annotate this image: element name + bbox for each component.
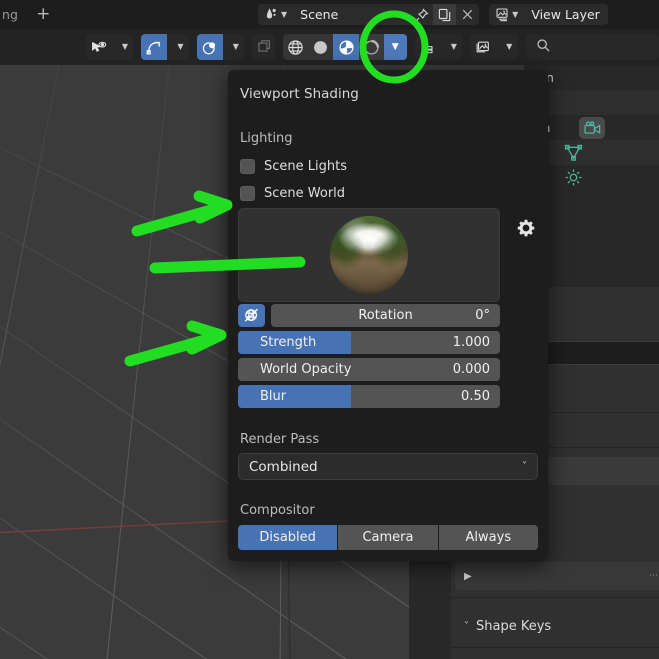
snapping-dropdown[interactable]: ▼	[167, 34, 189, 60]
gear-icon[interactable]	[515, 217, 537, 239]
play-icon[interactable]: ▶	[464, 571, 472, 582]
render-pass-value: Combined	[249, 458, 318, 475]
gizmo-icon[interactable]	[470, 34, 497, 60]
toggle-xray-group[interactable]	[252, 34, 276, 60]
camera-icon	[579, 116, 605, 139]
search-input[interactable]	[525, 34, 659, 60]
shading-material-preview-icon[interactable]	[333, 34, 359, 60]
view-layer-name-field[interactable]: View Layer	[523, 4, 608, 25]
scene-name-field[interactable]: Scene	[292, 4, 411, 25]
grip-dots-icon[interactable]: ⋯	[649, 571, 659, 581]
checkbox-box	[240, 159, 255, 174]
viewport-shading-popover[interactable]: Viewport Shading Lighting Scene Lights S…	[228, 70, 548, 561]
object-visibility-icon[interactable]	[86, 34, 112, 60]
proportional-editing-icon[interactable]	[196, 34, 223, 60]
shading-solid-icon[interactable]	[308, 34, 334, 60]
gizmo-group[interactable]: ▼	[470, 34, 518, 60]
pin-icon[interactable]	[410, 4, 434, 25]
view-layer-selector[interactable]: ▼ View Layer	[489, 4, 608, 25]
visibility-group[interactable]: ▼	[86, 34, 134, 60]
overlays-dropdown[interactable]: ▼	[440, 34, 463, 60]
shading-wireframe-icon[interactable]	[283, 34, 309, 60]
lighting-section-label: Lighting	[240, 131, 293, 146]
overlays-icon[interactable]	[414, 34, 441, 60]
shape-keys-label: Shape Keys	[476, 618, 552, 634]
scene-lights-checkbox[interactable]: Scene Lights	[240, 159, 347, 174]
workspace-tab[interactable]: ng	[0, 7, 18, 22]
blur-value: 0.50	[461, 389, 490, 404]
viewport-header-toolbar[interactable]: ▼ ▼ ▼ ▼ ▼ ▼	[0, 29, 659, 65]
rotation-value: 0°	[475, 308, 490, 323]
shading-rendered-icon[interactable]	[358, 34, 384, 60]
mesh-data-icon	[564, 143, 583, 162]
duplicate-icon[interactable]	[433, 4, 457, 25]
compositor-label: Compositor	[240, 503, 315, 518]
checkbox-box	[240, 186, 255, 201]
shading-dropdown-arrow[interactable]: ▼	[383, 34, 407, 60]
world-opacity-value: 0.000	[452, 362, 490, 377]
top-bar[interactable]: ng + ▼ Scene ▼ View Layer	[0, 0, 659, 29]
overlays-group[interactable]: ▼	[414, 34, 463, 60]
popover-title: Viewport Shading	[240, 86, 359, 102]
world-globe-icon[interactable]	[238, 304, 265, 327]
visibility-dropdown[interactable]: ▼	[112, 34, 134, 60]
chevron-down-icon: ˅	[522, 461, 527, 472]
search-icon	[536, 38, 551, 56]
chevron-down-icon[interactable]: ˅	[464, 621, 469, 632]
scene-lights-label: Scene Lights	[264, 159, 347, 174]
add-workspace-button[interactable]: +	[36, 6, 50, 23]
render-pass-dropdown[interactable]: Combined ˅	[238, 453, 538, 480]
shape-keys-panel-header[interactable]: ˅ Shape Keys	[455, 612, 659, 640]
rotation-label: Rotation	[358, 308, 413, 323]
snapping-group[interactable]: ▼	[141, 34, 189, 60]
proportional-editing-dropdown[interactable]: ▼	[222, 34, 245, 60]
chevron-down-icon: ▼	[281, 9, 288, 19]
compositor-option-camera[interactable]: Camera	[338, 525, 439, 550]
shading-mode-group[interactable]: ▼	[283, 34, 407, 60]
strength-slider[interactable]: Strength 1.000	[238, 331, 500, 354]
proportional-editing-group[interactable]: ▼	[196, 34, 245, 60]
compositor-segmented-control[interactable]: Disabled Camera Always	[238, 525, 538, 550]
world-opacity-slider[interactable]: World Opacity 0.000	[238, 358, 500, 381]
scene-selector[interactable]: ▼ Scene	[258, 4, 480, 25]
toggle-xray-icon[interactable]	[252, 34, 276, 60]
hdri-preview-box[interactable]	[238, 208, 500, 302]
gizmo-dropdown[interactable]: ▼	[496, 34, 518, 60]
forest-hdri-sphere[interactable]	[330, 216, 408, 294]
scene-world-checkbox[interactable]: Scene World	[240, 186, 345, 201]
strength-value: 1.000	[452, 335, 490, 350]
scene-world-label: Scene World	[264, 186, 346, 201]
blur-slider[interactable]: Blur 0.50	[238, 385, 500, 408]
compositor-option-disabled[interactable]: Disabled	[238, 525, 339, 550]
light-data-icon	[564, 168, 583, 187]
chevron-down-icon: ▼	[512, 9, 519, 19]
x-close-icon[interactable]	[456, 4, 480, 25]
scene-browse-icon[interactable]: ▼	[258, 4, 293, 25]
compositor-option-always[interactable]: Always	[438, 525, 538, 550]
rotation-field[interactable]: Rotation 0°	[271, 304, 500, 327]
render-pass-label: Render Pass	[240, 432, 320, 447]
snap-magnet-icon[interactable]	[141, 34, 168, 60]
view-layer-browse-icon[interactable]: ▼	[489, 4, 524, 25]
action-row[interactable]: ▶ ⋯	[455, 562, 659, 590]
